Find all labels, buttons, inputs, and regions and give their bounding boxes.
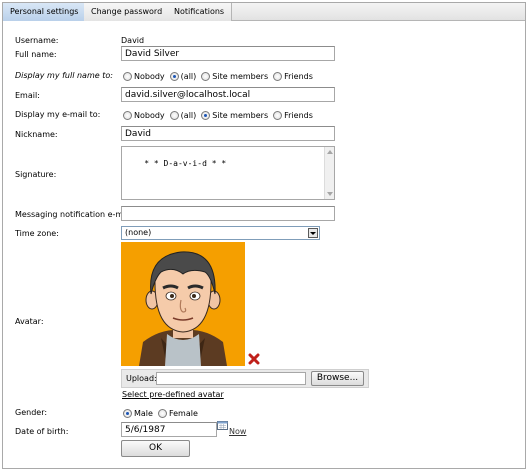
radio-button[interactable] [201,71,211,81]
email-input[interactable]: david.silver@localhost.local [121,87,335,102]
tab-change-password[interactable]: Change password [84,3,171,21]
display-email-radio-group: Nobody (all) Site members Friends [123,109,318,121]
browse-button[interactable]: Browse... [311,371,364,386]
avatar-cartoon-face [139,251,227,366]
avatar-image [121,242,245,366]
signature-label: Signature: [15,170,57,179]
display-name-label: Display my full name to: [15,71,113,80]
display-email-option-nobody[interactable]: Nobody [123,110,165,120]
username-label: Username: [15,36,59,45]
radio-button[interactable] [123,71,132,81]
gender-option-male[interactable]: Male [123,408,153,418]
display-name-radio-group: Nobody (all) Site members Friends [123,70,318,82]
messaging-label: Messaging notification e-mail: [15,210,136,219]
display-name-option-friends[interactable]: Friends [273,71,313,81]
display-name-option-nobody[interactable]: Nobody [123,71,165,81]
nickname-input[interactable]: David [121,126,335,141]
date-of-birth-input[interactable]: 5/6/1987 [121,422,217,437]
radio-button-checked[interactable] [123,408,132,418]
gender-radio-group: Male Female [123,407,203,419]
tab-notifications[interactable]: Notifications [167,3,233,21]
username-value: David [121,36,145,45]
radio-button-checked[interactable] [201,110,211,120]
now-link[interactable]: Now [229,427,246,436]
upload-label: Upload: [126,374,157,383]
calendar-icon[interactable] [217,420,228,430]
nickname-label: Nickname: [15,130,58,139]
signature-text: * * D-a-v-i-d * * [144,159,227,168]
radio-button[interactable] [273,110,283,120]
gender-option-female[interactable]: Female [157,408,198,418]
display-email-label: Display my e-mail to: [15,110,101,119]
scroll-down-icon[interactable] [327,192,333,196]
display-email-option-friends[interactable]: Friends [273,110,313,120]
timezone-label: Time zone: [15,229,59,238]
signature-textarea[interactable]: * * D-a-v-i-d * * [121,146,335,200]
display-name-option-site-members[interactable]: Site members [201,71,268,81]
delete-x-icon[interactable] [248,353,260,365]
tab-personal-settings[interactable]: Personal settings [3,3,87,21]
radio-button[interactable] [123,110,132,120]
radio-button[interactable] [169,110,179,120]
dob-label: Date of birth: [15,427,69,436]
messaging-email-input[interactable] [121,206,335,221]
email-label: Email: [15,91,40,100]
select-predefined-avatar-link[interactable]: Select pre-defined avatar [122,390,224,399]
avatar-label: Avatar: [15,317,44,326]
display-name-option-all[interactable]: (all) [169,71,196,81]
fullname-label: Full name: [15,50,57,59]
settings-panel: Personal settings Change password Notifi… [2,2,526,469]
upload-panel: Upload: Browse... [121,369,369,388]
timezone-value: (none) [125,228,152,237]
ok-button[interactable]: OK [121,440,190,457]
display-email-option-site-members[interactable]: Site members [201,110,268,120]
chevron-down-icon[interactable] [308,228,318,238]
tab-bar: Personal settings Change password Notifi… [3,3,525,21]
timezone-select[interactable]: (none) [121,226,320,240]
radio-button-checked[interactable] [169,71,179,81]
radio-button[interactable] [273,71,283,81]
upload-file-input[interactable] [156,372,306,385]
fullname-input[interactable]: David Silver [121,46,335,61]
display-email-option-all[interactable]: (all) [169,110,196,120]
radio-button[interactable] [157,408,167,418]
gender-label: Gender: [15,408,48,417]
signature-scrollbar[interactable] [324,147,334,199]
scroll-up-icon[interactable] [327,150,333,154]
